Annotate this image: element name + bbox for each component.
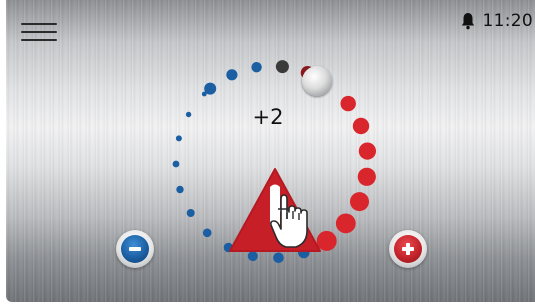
dial-dot bbox=[172, 160, 180, 168]
plus-icon bbox=[394, 235, 422, 263]
decrease-button[interactable] bbox=[116, 230, 154, 268]
dial-dot bbox=[350, 192, 369, 212]
dial-dot bbox=[175, 135, 182, 142]
dial-dot bbox=[275, 60, 289, 74]
warning-hand-icon[interactable] bbox=[226, 165, 324, 259]
dial-dot bbox=[185, 111, 192, 118]
dial-dot bbox=[357, 167, 376, 186]
dial-dot bbox=[176, 185, 184, 194]
dial-dot bbox=[201, 91, 207, 97]
dial-dot bbox=[251, 61, 262, 73]
dial-dot bbox=[202, 228, 212, 238]
dial-knob-handle[interactable] bbox=[302, 66, 332, 96]
increase-button[interactable] bbox=[389, 230, 427, 268]
dial-dot bbox=[358, 142, 376, 160]
minus-icon bbox=[121, 235, 149, 263]
dial-dot bbox=[226, 69, 238, 81]
dial-dot bbox=[352, 117, 370, 135]
temperature-offset-display: +2 bbox=[252, 105, 284, 129]
dial-dot bbox=[186, 209, 195, 217]
dial-dot bbox=[340, 95, 356, 112]
thermostat-screen: 11:20 +2 bbox=[6, 0, 535, 302]
dial-dot bbox=[335, 213, 356, 234]
